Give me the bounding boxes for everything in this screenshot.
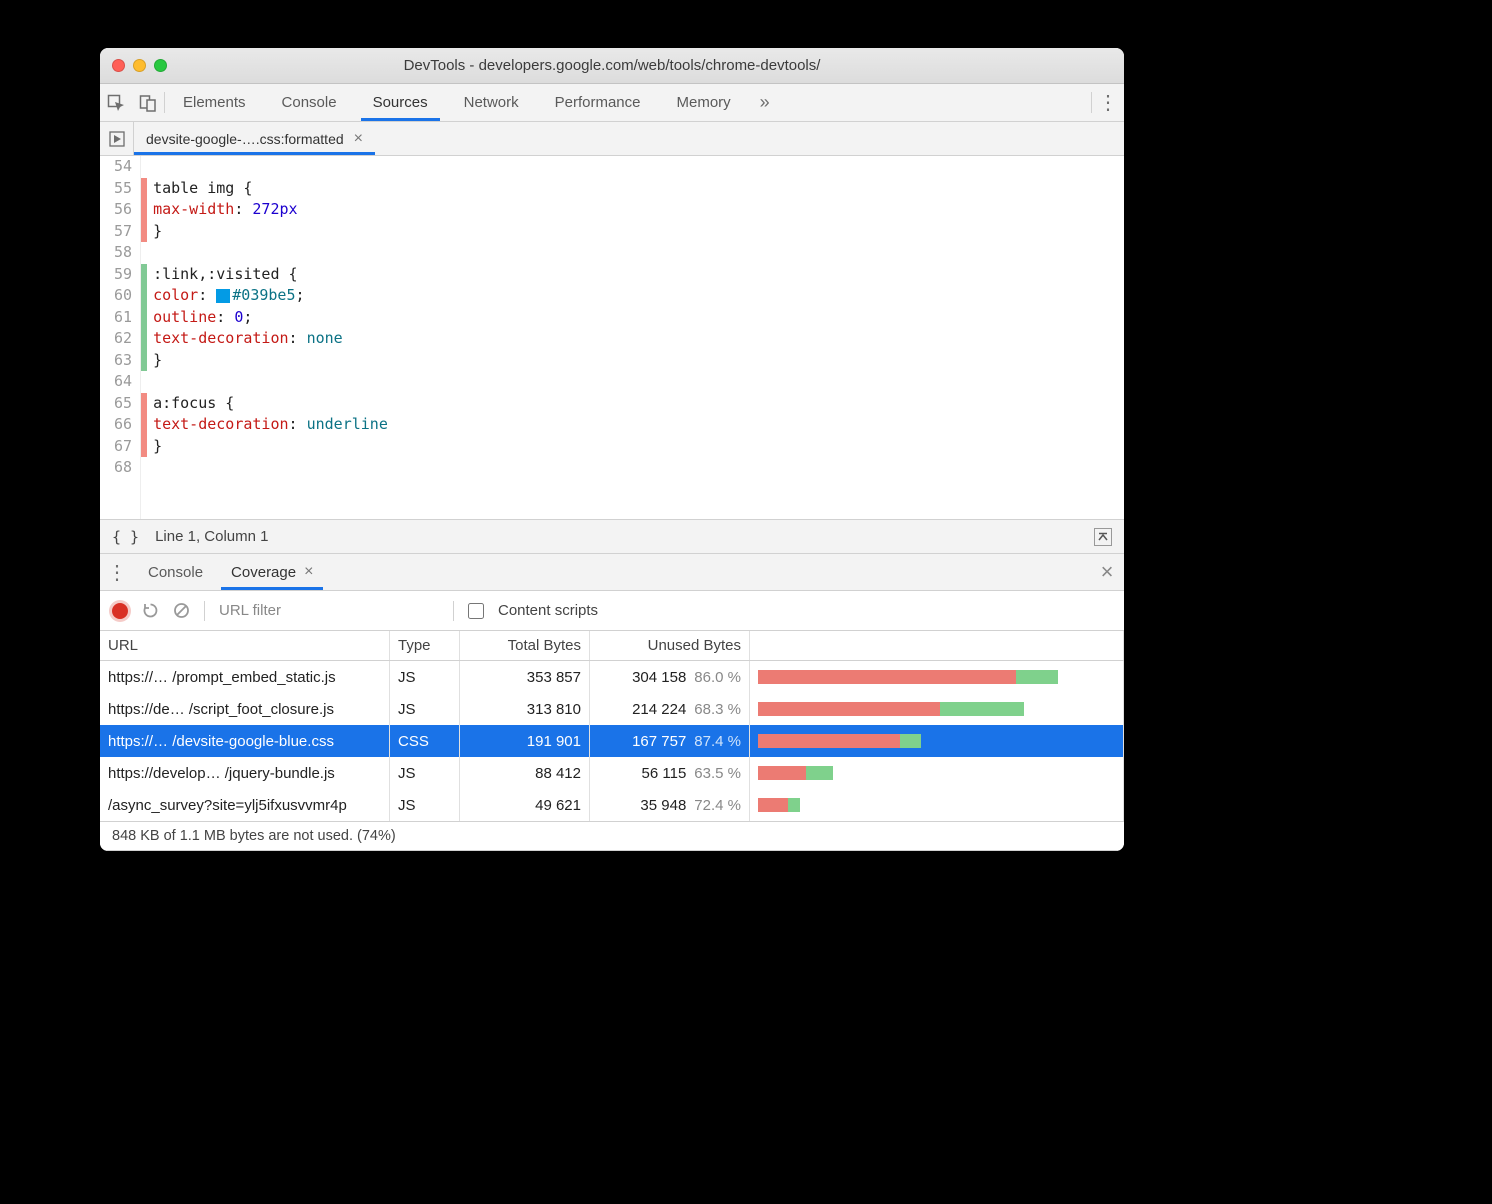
cell-total: 49 621 — [460, 789, 590, 821]
col-unused[interactable]: Unused Bytes — [590, 631, 750, 660]
window-title: DevTools - developers.google.com/web/too… — [100, 57, 1124, 74]
divider — [453, 601, 454, 621]
table-row[interactable]: https://… /prompt_embed_static.jsJS353 8… — [100, 661, 1124, 693]
content-scripts-label: Content scripts — [498, 602, 598, 619]
close-window-button[interactable] — [112, 59, 125, 72]
tab-console[interactable]: Console — [264, 84, 355, 121]
table-row[interactable]: https://develop… /jquery-bundle.jsJS88 4… — [100, 757, 1124, 789]
clear-icon[interactable] — [173, 602, 190, 619]
tab-memory[interactable]: Memory — [659, 84, 749, 121]
cell-unused: 35 94872.4 % — [590, 789, 750, 821]
cell-total: 88 412 — [460, 757, 590, 789]
cell-url: https://… /prompt_embed_static.js — [100, 661, 390, 693]
cell-url: https://de… /script_foot_closure.js — [100, 693, 390, 725]
code-content[interactable]: table img { max-width: 272px} :link,:vis… — [147, 156, 1124, 519]
cell-url: /async_survey?site=ylj5ifxusvvmr4p — [100, 789, 390, 821]
main-tabbar: Elements Console Sources Network Perform… — [100, 84, 1124, 122]
table-row[interactable]: /async_survey?site=ylj5ifxusvvmr4pJS49 6… — [100, 789, 1124, 821]
cell-total: 313 810 — [460, 693, 590, 725]
cell-type: JS — [390, 789, 460, 821]
tab-sources[interactable]: Sources — [355, 84, 446, 121]
show-navigator-icon[interactable] — [100, 122, 134, 155]
coverage-summary: 848 KB of 1.1 MB bytes are not used. (74… — [100, 821, 1124, 851]
cell-total: 191 901 — [460, 725, 590, 757]
table-row[interactable]: https://de… /script_foot_closure.jsJS313… — [100, 693, 1124, 725]
zoom-window-button[interactable] — [154, 59, 167, 72]
cell-unused: 304 15886.0 % — [590, 661, 750, 693]
drawer-tab-label: Coverage — [231, 564, 296, 581]
cell-bar — [750, 693, 1124, 725]
divider — [204, 601, 205, 621]
inspect-element-icon[interactable] — [100, 84, 132, 121]
url-filter-input[interactable]: URL filter — [219, 602, 439, 619]
col-url[interactable]: URL — [100, 631, 390, 660]
cell-bar — [750, 661, 1124, 693]
collapse-icon[interactable] — [1094, 528, 1112, 546]
cell-unused: 214 22468.3 % — [590, 693, 750, 725]
editor-statusbar: { } Line 1, Column 1 — [100, 519, 1124, 553]
table-row[interactable]: https://… /devsite-google-blue.cssCSS191… — [100, 725, 1124, 757]
pretty-print-icon[interactable]: { } — [112, 528, 139, 546]
traffic-lights — [112, 59, 167, 72]
source-editor[interactable]: 545556575859606162636465666768 table img… — [100, 156, 1124, 519]
close-drawer-icon[interactable]: × — [1090, 554, 1124, 590]
drawer-tab-console[interactable]: Console — [134, 554, 217, 590]
file-tab-label: devsite-google-….css:formatted — [146, 131, 344, 147]
drawer-tabbar: ⋮ Console Coverage × × — [100, 553, 1124, 591]
coverage-table: URL Type Total Bytes Unused Bytes https:… — [100, 631, 1124, 821]
reload-icon[interactable] — [142, 602, 159, 619]
cell-bar — [750, 789, 1124, 821]
coverage-toolbar: URL filter Content scripts — [100, 591, 1124, 631]
cursor-position: Line 1, Column 1 — [155, 528, 268, 545]
close-icon[interactable]: × — [304, 563, 313, 581]
drawer-tab-coverage[interactable]: Coverage × — [217, 554, 327, 590]
tab-performance[interactable]: Performance — [537, 84, 659, 121]
col-bar — [750, 631, 1124, 660]
more-tabs-icon[interactable]: » — [749, 84, 781, 121]
cell-total: 353 857 — [460, 661, 590, 693]
device-toggle-icon[interactable] — [132, 84, 164, 121]
record-button[interactable] — [112, 603, 128, 619]
minimize-window-button[interactable] — [133, 59, 146, 72]
cell-unused: 56 11563.5 % — [590, 757, 750, 789]
cell-bar — [750, 725, 1124, 757]
line-gutter: 545556575859606162636465666768 — [100, 156, 141, 519]
file-tab[interactable]: devsite-google-….css:formatted × — [134, 122, 375, 155]
cell-url: https://… /devsite-google-blue.css — [100, 725, 390, 757]
devtools-window: DevTools - developers.google.com/web/too… — [100, 48, 1124, 851]
col-total[interactable]: Total Bytes — [460, 631, 590, 660]
tab-elements[interactable]: Elements — [165, 84, 264, 121]
content-scripts-checkbox[interactable] — [468, 603, 484, 619]
cell-type: JS — [390, 693, 460, 725]
cell-type: JS — [390, 661, 460, 693]
close-icon[interactable]: × — [354, 130, 363, 148]
open-file-tabbar: devsite-google-….css:formatted × — [100, 122, 1124, 156]
kebab-menu-icon[interactable]: ⋮ — [100, 554, 134, 590]
cell-url: https://develop… /jquery-bundle.js — [100, 757, 390, 789]
tab-network[interactable]: Network — [446, 84, 537, 121]
table-header-row: URL Type Total Bytes Unused Bytes — [100, 631, 1124, 661]
kebab-menu-icon[interactable]: ⋮ — [1092, 84, 1124, 121]
cell-type: CSS — [390, 725, 460, 757]
cell-type: JS — [390, 757, 460, 789]
cell-unused: 167 75787.4 % — [590, 725, 750, 757]
titlebar: DevTools - developers.google.com/web/too… — [100, 48, 1124, 84]
cell-bar — [750, 757, 1124, 789]
col-type[interactable]: Type — [390, 631, 460, 660]
